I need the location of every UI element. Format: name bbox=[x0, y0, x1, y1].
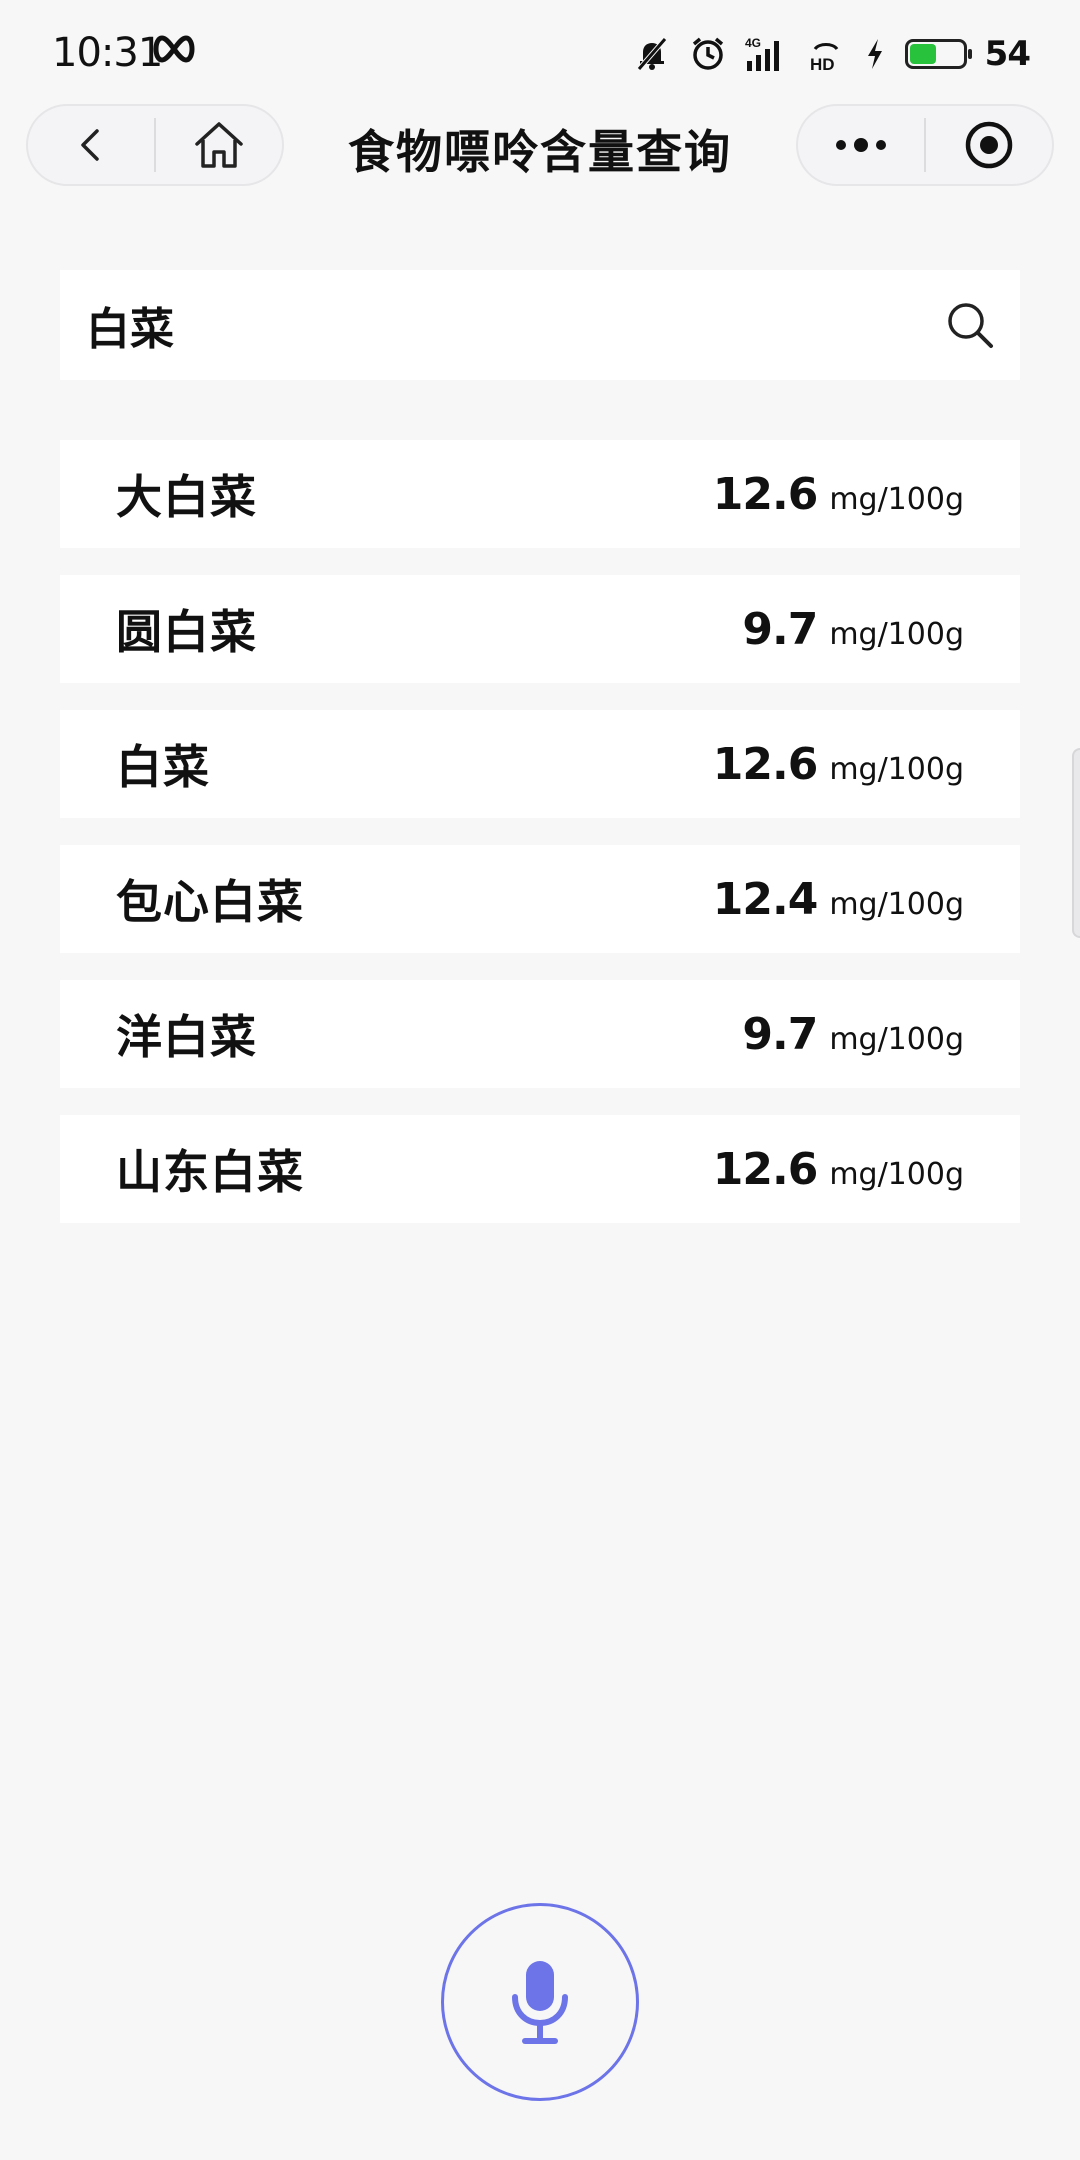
nav-capsule-right bbox=[796, 104, 1054, 186]
microphone-icon bbox=[512, 1961, 568, 2044]
food-name: 白菜 bbox=[116, 740, 210, 794]
purine-value: 9.7 bbox=[742, 1008, 818, 1060]
mute-icon bbox=[636, 37, 667, 71]
svg-text:4G: 4G bbox=[745, 36, 761, 50]
purine-amount: 12.6 mg/100g bbox=[713, 1144, 964, 1195]
list-item[interactable]: 圆白菜 9.7 mg/100g bbox=[60, 575, 1020, 683]
svg-text:HD: HD bbox=[810, 55, 835, 73]
list-item[interactable]: 山东白菜 12.6 mg/100g bbox=[60, 1115, 1020, 1223]
more-icon bbox=[836, 138, 886, 152]
home-icon bbox=[195, 122, 243, 168]
battery-icon bbox=[904, 39, 972, 69]
purine-unit: mg/100g bbox=[829, 481, 964, 517]
list-item[interactable]: 白菜 12.6 mg/100g bbox=[60, 710, 1020, 818]
purine-value: 12.6 bbox=[712, 1143, 819, 1195]
battery-fill bbox=[909, 44, 936, 64]
food-name: 洋白菜 bbox=[116, 1010, 257, 1064]
purine-unit: mg/100g bbox=[829, 616, 964, 652]
signal-4g-icon: 4G bbox=[745, 36, 779, 71]
purine-amount: 9.7 mg/100g bbox=[742, 604, 964, 655]
purine-value: 9.7 bbox=[742, 603, 818, 655]
purine-amount: 9.7 mg/100g bbox=[742, 1009, 964, 1060]
search-icon[interactable] bbox=[944, 299, 996, 351]
infinity-icon bbox=[153, 35, 195, 63]
purine-amount: 12.6 mg/100g bbox=[713, 469, 964, 520]
status-bar: 10:31 4G HD 54 bbox=[0, 0, 1080, 108]
purine-amount: 12.4 mg/100g bbox=[713, 874, 964, 925]
nav-capsule-left bbox=[26, 104, 284, 186]
result-list: 大白菜 12.6 mg/100g 圆白菜 9.7 mg/100g 白菜 12.6… bbox=[60, 440, 1020, 1250]
home-button[interactable] bbox=[156, 106, 282, 184]
purine-unit: mg/100g bbox=[829, 751, 964, 787]
food-name: 圆白菜 bbox=[116, 605, 257, 659]
food-name: 包心白菜 bbox=[116, 875, 304, 929]
food-name: 山东白菜 bbox=[116, 1145, 304, 1199]
back-icon bbox=[81, 129, 99, 161]
purine-value: 12.6 bbox=[712, 738, 819, 790]
food-name: 大白菜 bbox=[116, 470, 257, 524]
more-button[interactable] bbox=[798, 106, 924, 184]
search-input[interactable]: 白菜 bbox=[86, 293, 174, 357]
nav-bar: 食物嘌呤含量查询 bbox=[0, 104, 1080, 188]
list-item[interactable]: 大白菜 12.6 mg/100g bbox=[60, 440, 1020, 548]
record-icon bbox=[965, 121, 1013, 169]
purine-value: 12.4 bbox=[712, 873, 819, 925]
edge-swipe-handle[interactable] bbox=[1072, 748, 1080, 938]
status-icons: 4G HD 54 bbox=[633, 30, 1031, 78]
search-box[interactable]: 白菜 bbox=[60, 270, 1020, 380]
purine-value: 12.6 bbox=[712, 468, 819, 520]
status-time: 10:31 bbox=[52, 30, 163, 76]
purine-amount: 12.6 mg/100g bbox=[713, 739, 964, 790]
voice-search-button[interactable] bbox=[441, 1903, 639, 2101]
back-button[interactable] bbox=[28, 106, 154, 184]
hd-icon: HD bbox=[810, 43, 838, 73]
purine-unit: mg/100g bbox=[829, 1156, 964, 1192]
close-miniprogram-button[interactable] bbox=[926, 106, 1052, 184]
purine-unit: mg/100g bbox=[829, 1021, 964, 1057]
list-item[interactable]: 洋白菜 9.7 mg/100g bbox=[60, 980, 1020, 1088]
battery-level: 54 bbox=[984, 34, 1031, 74]
alarm-icon bbox=[692, 37, 723, 70]
charging-icon bbox=[867, 39, 882, 69]
page-title: 食物嘌呤含量查询 bbox=[348, 125, 732, 179]
list-item[interactable]: 包心白菜 12.4 mg/100g bbox=[60, 845, 1020, 953]
purine-unit: mg/100g bbox=[829, 886, 964, 922]
